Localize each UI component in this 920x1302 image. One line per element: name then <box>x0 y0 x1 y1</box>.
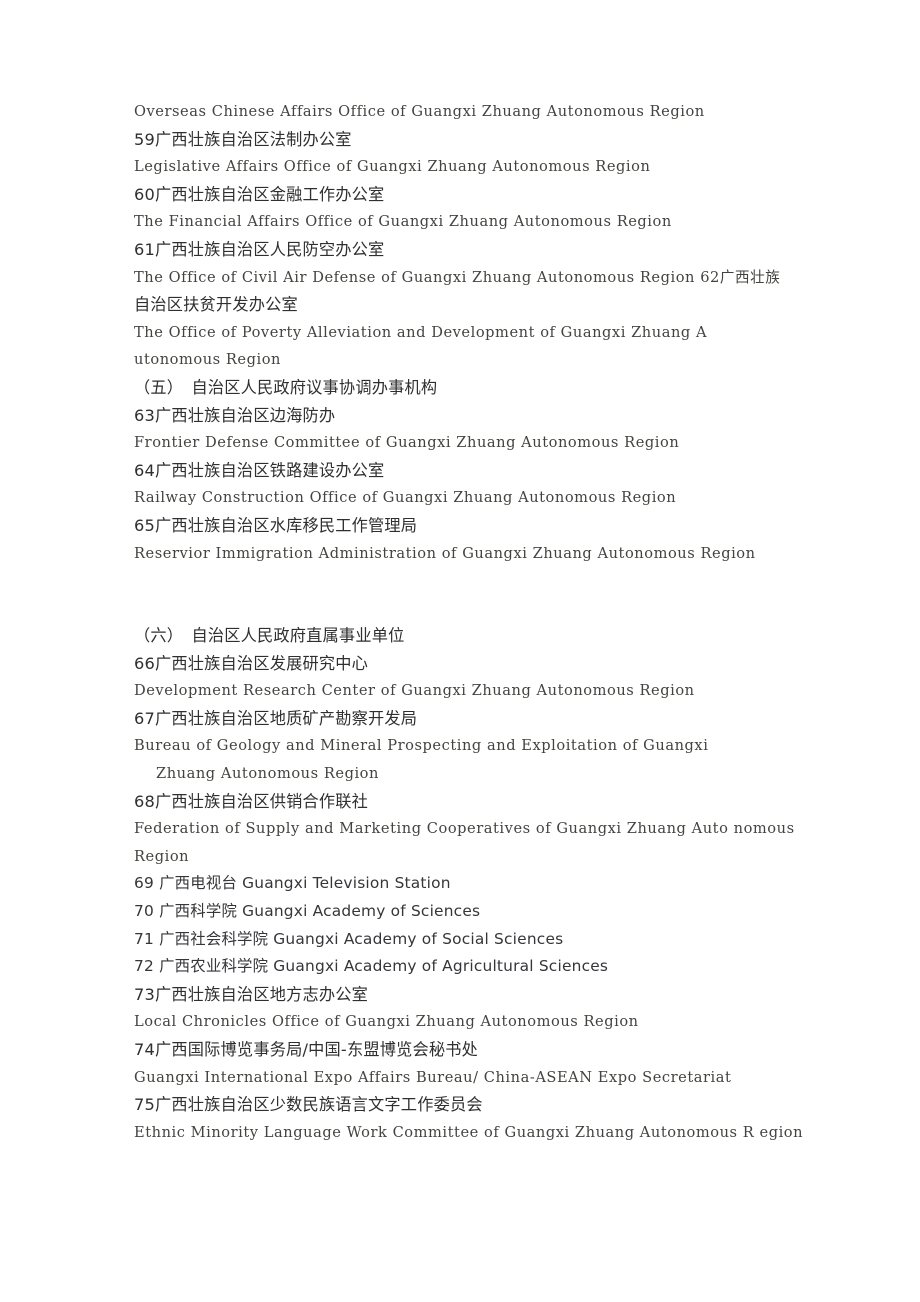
text-line: Local Chronicles Office of Guangxi Zhuan… <box>134 1013 639 1031</box>
text-line: 60广西壮族自治区金融工作办公室 <box>134 184 385 204</box>
text-line: The Office of Poverty Alleviation and De… <box>134 323 708 341</box>
text-line: 61广西壮族自治区人民防空办公室 <box>134 239 385 259</box>
text-line: 73广西壮族自治区地方志办公室 <box>134 984 369 1004</box>
text-line: Development Research Center of Guangxi Z… <box>134 682 695 700</box>
text-line: utonomous Region <box>134 351 282 369</box>
text-line: 自治区扶贫开发办公室 <box>134 295 298 315</box>
text-line: Ethnic Minority Language Work Committee … <box>134 1123 804 1141</box>
text-line-continuation: Zhuang Autonomous Region <box>156 765 379 783</box>
text-line: 71 广西社会科学院 Guangxi Academy of Social Sci… <box>134 929 564 948</box>
text-line: 70 广西科学院 Guangxi Academy of Sciences <box>134 902 481 921</box>
text-line: Bureau of Geology and Mineral Prospectin… <box>134 737 709 755</box>
text-line: 74广西国际博览事务局/中国-东盟博览会秘书处 <box>134 1040 479 1059</box>
document-page: Overseas Chinese Affairs Office of Guang… <box>0 0 920 1302</box>
text-line: Legislative Affairs Office of Guangxi Zh… <box>134 158 651 176</box>
document-text-body: Overseas Chinese Affairs Office of Guang… <box>134 98 804 1146</box>
text-line: Federation of Supply and Marketing Coope… <box>134 820 795 838</box>
text-line: 68广西壮族自治区供销合作联社 <box>134 791 369 811</box>
text-line: 65广西壮族自治区水库移民工作管理局 <box>134 515 418 535</box>
text-line: The Office of Civil Air Defense of Guang… <box>134 268 781 286</box>
section-heading-five: （五） 自治区人民政府议事协调办事机构 <box>134 377 438 397</box>
text-line: Reservior Immigration Administration of … <box>134 544 756 562</box>
text-line: 66广西壮族自治区发展研究中心 <box>134 653 369 673</box>
text-line: 67广西壮族自治区地质矿产勘察开发局 <box>134 708 418 728</box>
text-line: The Financial Affairs Office of Guangxi … <box>134 213 672 231</box>
section-heading-six: （六） 自治区人民政府直属事业单位 <box>134 626 405 646</box>
text-line: Region <box>134 847 190 865</box>
text-line: 59广西壮族自治区法制办公室 <box>134 129 352 149</box>
text-line: 64广西壮族自治区铁路建设办公室 <box>134 460 385 480</box>
text-line: Railway Construction Office of Guangxi Z… <box>134 489 677 507</box>
text-line: 69 广西电视台 Guangxi Television Station <box>134 874 451 893</box>
text-line: Guangxi International Expo Affairs Burea… <box>134 1068 732 1086</box>
text-line: 63广西壮族自治区边海防办 <box>134 405 336 425</box>
text-line: Frontier Defense Committee of Guangxi Zh… <box>134 434 680 452</box>
text-block-one: Overseas Chinese Affairs Office of Guang… <box>134 98 786 567</box>
text-line: 75广西壮族自治区少数民族语言文字工作委员会 <box>134 1095 483 1115</box>
text-block-two: （六） 自治区人民政府直属事业单位 66广西壮族自治区发展研究中心 Develo… <box>134 622 804 1146</box>
text-line: Overseas Chinese Affairs Office of Guang… <box>134 103 705 120</box>
text-line: 72 广西农业科学院 Guangxi Academy of Agricultur… <box>134 957 609 976</box>
